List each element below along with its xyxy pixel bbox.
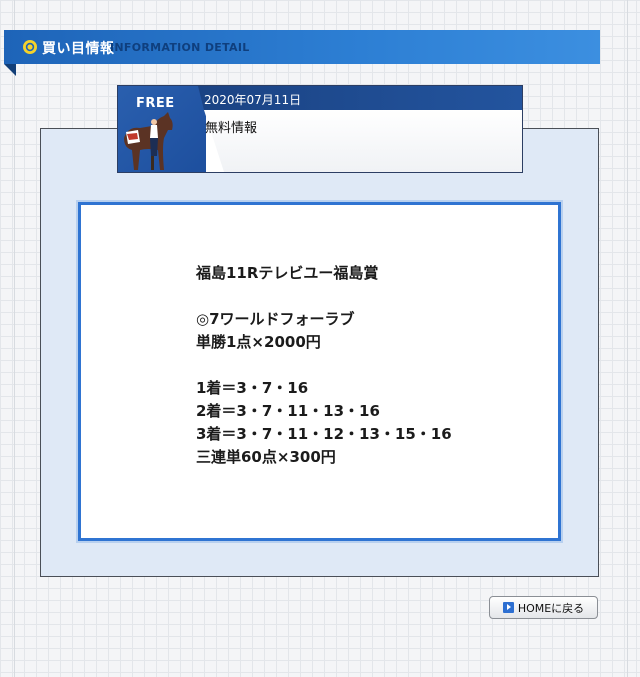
card-title: 無料情報 — [205, 121, 258, 136]
card-badge-area: FREE — [118, 86, 206, 172]
third-place: 3着＝3・7・11・12・13・15・16 — [196, 425, 452, 443]
home-button-label: HOMEに戻る — [517, 601, 585, 615]
section-title: 買い目情報 — [42, 41, 115, 57]
jockey-horse-icon — [124, 112, 173, 170]
second-place: 2着＝3・7・11・13・16 — [196, 402, 380, 420]
pick-horse: ◎7ワールドフォーラブ — [196, 310, 355, 328]
play-arrow-icon — [502, 602, 514, 613]
trifecta-bet: 三連単60点×300円 — [196, 448, 336, 466]
first-place: 1着＝3・7・16 — [196, 379, 309, 397]
race-name: 福島11Rテレビユー福島賞 — [196, 264, 379, 282]
home-button[interactable]: HOMEに戻る — [489, 596, 598, 619]
section-subtitle: INFORMATION DETAIL — [110, 41, 250, 54]
info-card: FREE 2020年07月11日 無料情報 — [117, 85, 523, 173]
card-date: 2020年07月11日 — [204, 93, 302, 107]
post-body: 福島11Rテレビユー福島賞 ◎7ワールドフォーラブ 単勝1点×2000円 1着＝… — [196, 262, 536, 469]
header-fold — [4, 64, 16, 76]
double-circle-icon — [23, 40, 37, 54]
win-bet: 単勝1点×2000円 — [196, 333, 321, 351]
